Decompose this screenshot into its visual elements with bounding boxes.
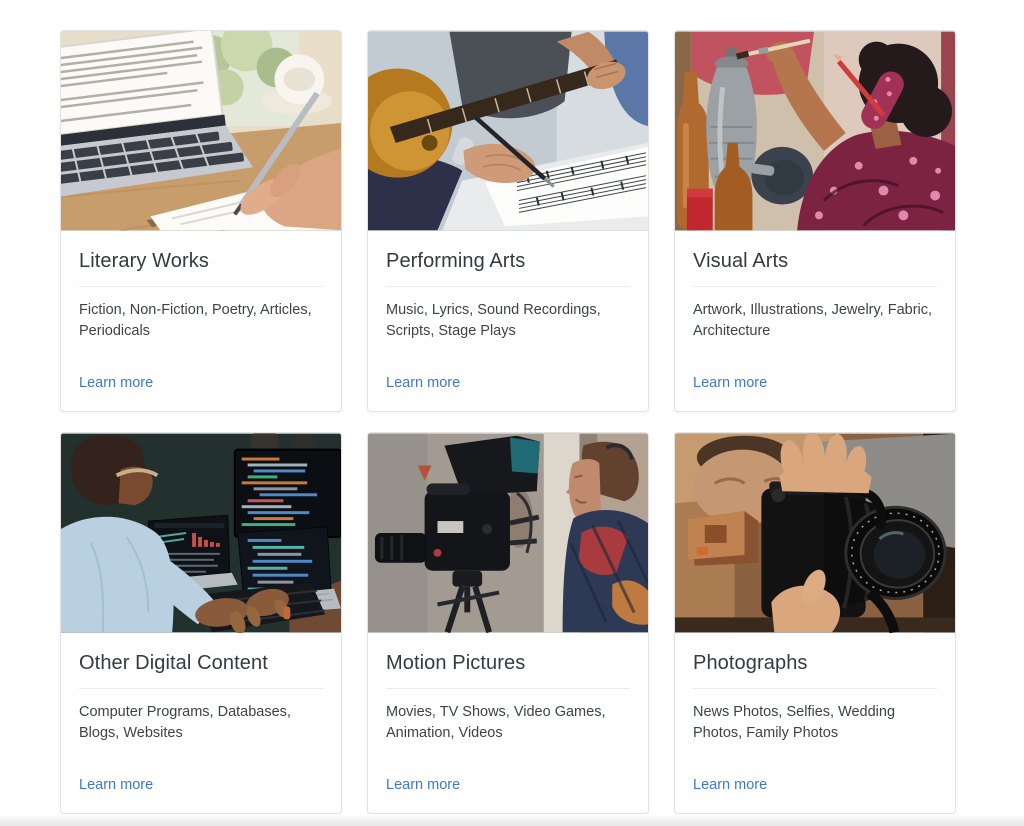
card-title: Other Digital Content — [79, 650, 323, 676]
card-title: Visual Arts — [693, 248, 937, 274]
developer-code-screens-illustration — [61, 433, 341, 633]
card-performing-arts: Performing Arts Music, Lyrics, Sound Rec… — [367, 30, 649, 412]
card-divider — [79, 286, 323, 287]
card-divider — [386, 286, 630, 287]
card-content: Performing Arts Music, Lyrics, Sound Rec… — [368, 231, 648, 411]
card-content: Other Digital Content Computer Programs,… — [61, 633, 341, 813]
card-title: Motion Pictures — [386, 650, 630, 676]
card-photographs: Photographs News Photos, Selfies, Weddin… — [674, 432, 956, 814]
card-title: Literary Works — [79, 248, 323, 274]
card-title: Photographs — [693, 650, 937, 676]
card-content: Literary Works Fiction, Non-Fiction, Poe… — [61, 231, 341, 411]
learn-more-link[interactable]: Learn more — [693, 775, 767, 795]
writing-laptop-illustration — [61, 31, 341, 231]
card-other-digital-content: Other Digital Content Computer Programs,… — [60, 432, 342, 814]
photographer-camera-illustration — [675, 433, 955, 633]
card-visual-arts: Visual Arts Artwork, Illustrations, Jewe… — [674, 30, 956, 412]
card-title: Performing Arts — [386, 248, 630, 274]
card-literary-works: Literary Works Fiction, Non-Fiction, Poe… — [60, 30, 342, 412]
photographs-image — [675, 433, 955, 633]
card-description: Movies, TV Shows, Video Games, Animation… — [386, 702, 630, 744]
card-description: Artwork, Illustrations, Jewelry, Fabric,… — [693, 300, 937, 342]
card-content: Motion Pictures Movies, TV Shows, Video … — [368, 633, 648, 813]
card-content: Photographs News Photos, Selfies, Weddin… — [675, 633, 955, 813]
motion-pictures-image — [368, 433, 648, 633]
card-description: Fiction, Non-Fiction, Poetry, Articles, … — [79, 300, 323, 342]
learn-more-link[interactable]: Learn more — [693, 373, 767, 393]
card-divider — [693, 286, 937, 287]
card-description: Computer Programs, Databases, Blogs, Web… — [79, 702, 323, 744]
category-card-grid: Literary Works Fiction, Non-Fiction, Poe… — [60, 30, 957, 814]
visual-arts-image — [675, 31, 955, 231]
other-digital-content-image — [61, 433, 341, 633]
literary-works-image — [61, 31, 341, 231]
footer-strip — [0, 814, 1024, 826]
painter-still-life-illustration — [675, 31, 955, 231]
learn-more-link[interactable]: Learn more — [386, 373, 460, 393]
film-camera-set-illustration — [368, 433, 648, 633]
learn-more-link[interactable]: Learn more — [79, 775, 153, 795]
card-divider — [79, 688, 323, 689]
performing-arts-image — [368, 31, 648, 231]
learn-more-link[interactable]: Learn more — [386, 775, 460, 795]
card-description: News Photos, Selfies, Wedding Photos, Fa… — [693, 702, 937, 744]
card-motion-pictures: Motion Pictures Movies, TV Shows, Video … — [367, 432, 649, 814]
card-divider — [693, 688, 937, 689]
learn-more-link[interactable]: Learn more — [79, 373, 153, 393]
card-content: Visual Arts Artwork, Illustrations, Jewe… — [675, 231, 955, 411]
card-divider — [386, 688, 630, 689]
card-description: Music, Lyrics, Sound Recordings, Scripts… — [386, 300, 630, 342]
guitar-sheet-music-illustration — [368, 31, 648, 231]
